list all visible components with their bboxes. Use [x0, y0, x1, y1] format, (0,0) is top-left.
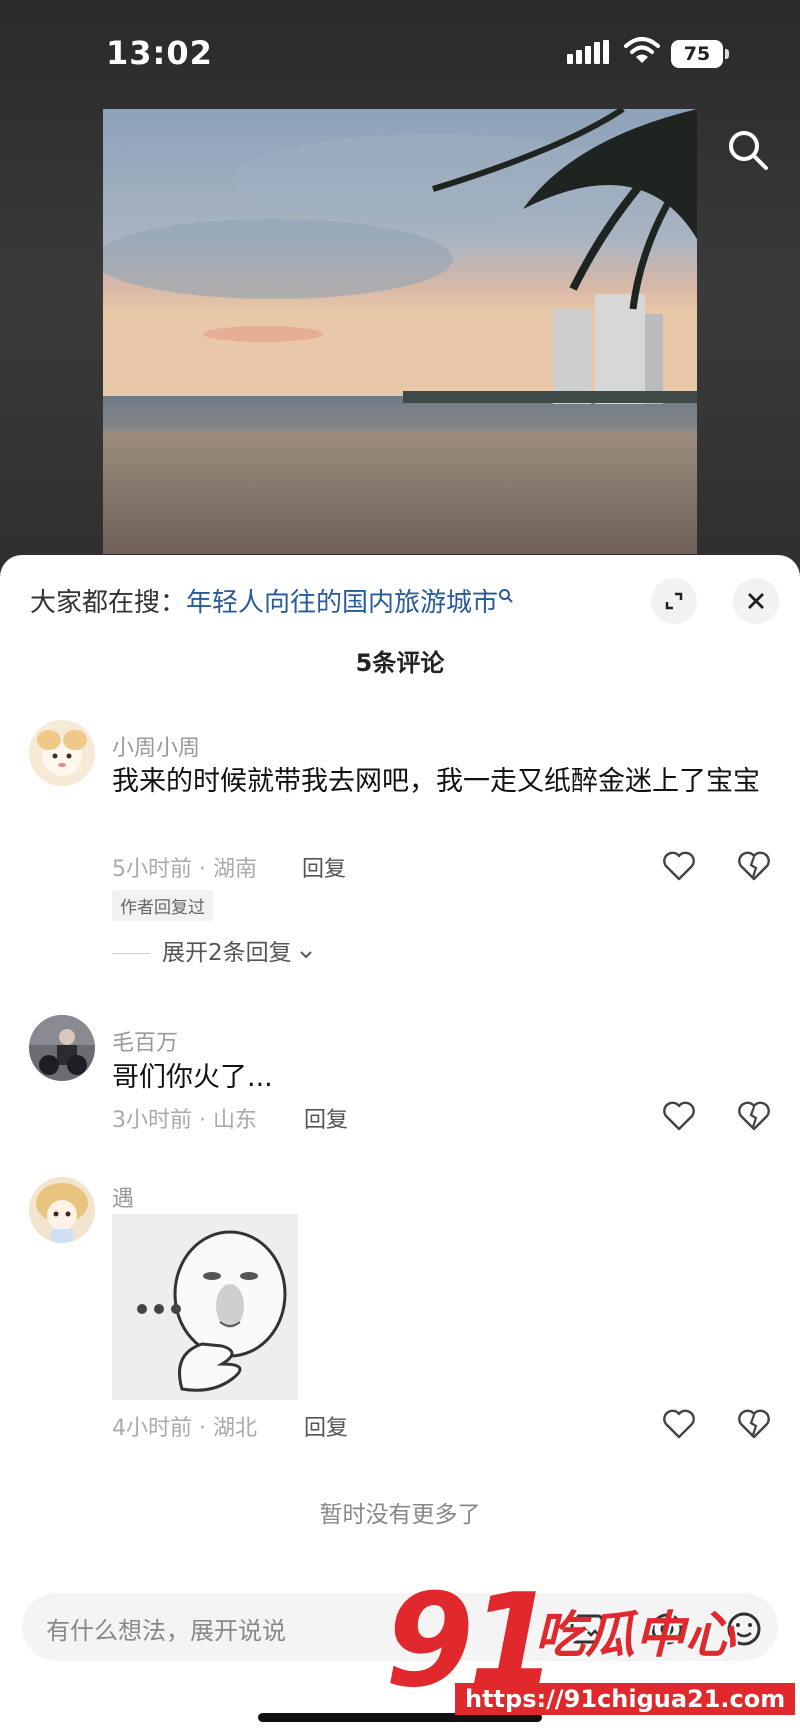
comment-text: 我来的时候就带我去网吧，我一走又纸醉金迷上了宝宝 [112, 766, 760, 797]
close-button[interactable] [733, 578, 779, 624]
beach-sunset-photo[interactable] [103, 109, 697, 554]
search-icon [499, 589, 513, 603]
comment-username[interactable]: 遇 [112, 1181, 134, 1213]
watermark-logo: 91 吃瓜中心 https://91chigua21.com [385, 1567, 796, 1725]
expand-replies-button[interactable]: 展开2条回复 [112, 933, 313, 967]
comment-time-location: 5小时前 · 湖南 [112, 857, 257, 882]
comment-input-placeholder: 有什么想法，展开说说 [46, 1617, 286, 1645]
watermark-url: https://91chigua21.com [455, 1683, 796, 1715]
status-bar: 13:02 75 [0, 0, 800, 100]
comments-sheet: 大家都在搜：年轻人向往的国内旅游城市 5条评论 小周小周 我来的时候就带我去网吧… [0, 555, 800, 1735]
no-more-comments: 暂时没有更多了 [319, 1502, 481, 1528]
comment-item: 小周小周 我来的时候就带我去网吧，我一走又纸醉金迷上了宝宝 5小时前 · 湖南 … [0, 720, 800, 1030]
comment-text: 哥们你火了... [112, 1062, 273, 1093]
trending-prefix: 大家都在搜： [30, 588, 187, 618]
comment-time-location: 3小时前 · 山东 [112, 1108, 257, 1133]
search-icon[interactable] [725, 127, 771, 173]
comment-username[interactable]: 毛百万 [112, 1025, 178, 1057]
comment-item: 遇 4小时前 · 湖北 回复 [0, 1177, 800, 1447]
battery-indicator: 75 [671, 40, 729, 68]
close-icon [748, 593, 764, 609]
expand-icon [665, 592, 683, 610]
expand-replies-label: 展开2条回复 [162, 940, 292, 966]
heart-icon[interactable] [662, 1100, 696, 1132]
comment-count: 5条评论 [355, 649, 445, 677]
avatar[interactable] [29, 720, 95, 786]
sticker-image[interactable] [112, 1214, 298, 1400]
divider-line [112, 953, 150, 954]
broken-heart-icon[interactable] [737, 1100, 771, 1132]
trending-search[interactable]: 大家都在搜：年轻人向往的国内旅游城市 [30, 582, 514, 619]
watermark-brand: 吃瓜中心 [535, 1606, 735, 1664]
broken-heart-icon[interactable] [737, 1408, 771, 1440]
wifi-icon [624, 37, 660, 63]
reply-button[interactable]: 回复 [302, 851, 346, 883]
avatar[interactable] [29, 1015, 95, 1081]
reply-button[interactable]: 回复 [304, 1102, 348, 1134]
expand-button[interactable] [651, 578, 697, 624]
trending-query-link[interactable]: 年轻人向往的国内旅游城市 [186, 588, 498, 618]
author-replied-tag: 作者回复过 [112, 890, 213, 921]
chevron-down-icon [300, 951, 312, 959]
avatar[interactable] [29, 1177, 95, 1243]
heart-icon[interactable] [662, 1408, 696, 1440]
reply-button[interactable]: 回复 [304, 1410, 348, 1442]
status-time: 13:02 [106, 34, 213, 72]
comment-item: 毛百万 哥们你火了... 3小时前 · 山东 回复 [0, 1015, 800, 1145]
broken-heart-icon[interactable] [737, 850, 771, 882]
cellular-signal-icon [567, 40, 609, 64]
comment-time-location: 4小时前 · 湖北 [112, 1416, 257, 1441]
heart-icon[interactable] [662, 850, 696, 882]
